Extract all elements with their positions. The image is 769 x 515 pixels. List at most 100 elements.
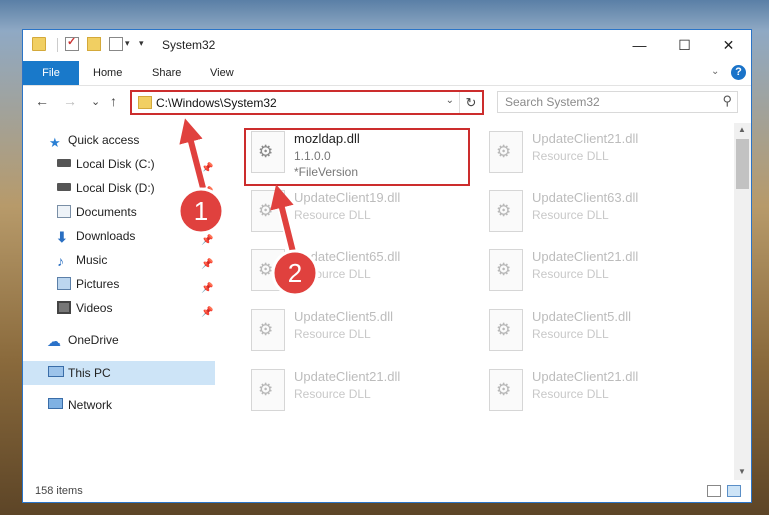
drive-icon — [57, 159, 71, 167]
file-highlight-box — [244, 128, 470, 186]
address-bar[interactable]: C:\Windows\System32 ⌄ ↻ — [130, 90, 484, 115]
file-description: Resource DLL — [532, 387, 609, 401]
network-icon — [48, 398, 63, 409]
videos-icon — [57, 301, 71, 314]
help-icon[interactable]: ? — [731, 65, 746, 80]
dll-file-icon — [489, 249, 523, 291]
quick-access-dropdown-icon[interactable]: ▾ — [125, 38, 130, 49]
file-item[interactable]: UpdateClient5.dll Resource DLL — [247, 305, 477, 363]
file-name: UpdateClient65.dll — [294, 249, 401, 264]
file-name: UpdateClient21.dll — [532, 369, 639, 384]
navigation-pane: ★ Quick access Local Disk (C:) 📌 Local D… — [23, 125, 215, 475]
sidebar-item-videos[interactable]: Videos 📌 — [23, 297, 215, 319]
back-button[interactable]: ← — [35, 93, 49, 109]
dll-file-icon — [251, 369, 285, 411]
scroll-thumb[interactable] — [736, 139, 749, 189]
sidebar-item-documents[interactable]: Documents 📌 — [23, 201, 215, 223]
drive-icon — [57, 183, 71, 191]
refresh-button[interactable]: ↻ — [459, 92, 482, 113]
expand-ribbon-icon[interactable]: ⌄ — [711, 66, 719, 77]
file-description: Resource DLL — [532, 267, 609, 281]
recent-locations-button[interactable]: ⌄ — [91, 95, 100, 108]
scroll-up-icon[interactable]: ▲ — [738, 125, 746, 134]
file-name: UpdateClient21.dll — [532, 249, 639, 264]
file-item[interactable]: UpdateClient65.dll Resource DLL — [247, 245, 477, 303]
sidebar-item-music[interactable]: ♪ Music 📌 — [23, 249, 215, 271]
sidebar-item-label: Videos — [76, 301, 113, 315]
dll-file-icon — [489, 369, 523, 411]
new-folder-icon[interactable] — [87, 37, 101, 51]
tab-view[interactable]: View — [210, 61, 234, 85]
file-item[interactable]: UpdateClient21.dll Resource DLL — [247, 365, 477, 423]
file-item[interactable]: UpdateClient63.dll Resource DLL — [485, 186, 715, 244]
chevron-down-icon[interactable]: ⌄ — [446, 95, 454, 106]
sidebar-item-quick-access[interactable]: ★ Quick access — [23, 129, 215, 151]
file-name: UpdateClient5.dll — [532, 309, 632, 324]
sidebar-item-label: Documents — [76, 205, 137, 219]
minimize-button[interactable]: — — [617, 30, 662, 61]
sidebar-item-local-disk-d[interactable]: Local Disk (D:) 📌 — [23, 177, 215, 199]
large-icons-view-icon[interactable] — [727, 485, 741, 497]
folder-icon[interactable] — [32, 37, 46, 51]
sidebar-item-label: Quick access — [68, 133, 140, 147]
forward-button[interactable]: → — [63, 93, 77, 109]
pin-icon[interactable]: 📌 — [201, 302, 213, 324]
sidebar-item-onedrive[interactable]: ☁ OneDrive — [23, 329, 215, 351]
file-item[interactable]: UpdateClient21.dll Resource DLL — [485, 365, 715, 423]
search-icon[interactable]: ⚲ — [722, 93, 732, 109]
file-item[interactable]: UpdateClient21.dll Resource DLL — [485, 127, 715, 185]
sidebar-item-label: Pictures — [76, 277, 120, 291]
folder-icon — [138, 96, 152, 109]
sidebar-item-network[interactable]: Network — [23, 394, 215, 416]
file-description: Resource DLL — [532, 208, 609, 222]
music-icon: ♪ — [57, 253, 64, 269]
sidebar-item-pictures[interactable]: Pictures 📌 — [23, 273, 215, 295]
item-count: 158 items — [35, 485, 83, 497]
file-name: UpdateClient63.dll — [532, 190, 639, 205]
file-name: UpdateClient21.dll — [532, 131, 639, 146]
window-title: System32 — [162, 38, 216, 52]
toolbar-separator — [57, 38, 58, 52]
file-description: Resource DLL — [294, 267, 371, 281]
sidebar-item-this-pc[interactable]: This PC — [23, 362, 215, 384]
file-name: UpdateClient5.dll — [294, 309, 394, 324]
tab-file[interactable]: File — [23, 61, 79, 85]
documents-icon — [57, 205, 71, 218]
title-bar: ▾ ▾ System32 — ☐ ✕ — [23, 30, 751, 61]
search-input[interactable]: Search System32 ⚲ — [497, 91, 738, 113]
pictures-icon — [57, 277, 71, 290]
sidebar-item-local-disk-c[interactable]: Local Disk (C:) 📌 — [23, 153, 215, 175]
tab-home[interactable]: Home — [93, 61, 122, 85]
view-icon[interactable] — [109, 37, 123, 51]
sidebar-item-label: Local Disk (C:) — [76, 157, 155, 171]
dll-file-icon — [489, 131, 523, 173]
dll-file-icon — [489, 309, 523, 351]
file-item[interactable]: UpdateClient19.dll Resource DLL — [247, 186, 477, 244]
sidebar-item-label: Network — [68, 398, 113, 412]
file-item[interactable]: UpdateClient21.dll Resource DLL — [485, 245, 715, 303]
address-path[interactable]: C:\Windows\System32 — [156, 96, 277, 110]
file-name: UpdateClient21.dll — [294, 369, 401, 384]
file-item[interactable]: UpdateClient5.dll Resource DLL — [485, 305, 715, 363]
close-button[interactable]: ✕ — [706, 30, 751, 61]
maximize-button[interactable]: ☐ — [662, 30, 707, 61]
up-button[interactable]: ↑ — [110, 93, 117, 109]
sidebar-item-label: Local Disk (D:) — [76, 181, 155, 195]
cloud-icon: ☁ — [47, 333, 61, 349]
details-view-icon[interactable] — [707, 485, 721, 497]
file-description: Resource DLL — [532, 327, 609, 341]
tab-share[interactable]: Share — [152, 61, 181, 85]
navigation-bar: ← → ⌄ ↑ C:\Windows\System32 ⌄ ↻ Search S… — [23, 86, 751, 120]
scroll-down-icon[interactable]: ▼ — [738, 467, 746, 476]
sidebar-item-downloads[interactable]: ⬇ Downloads 📌 — [23, 225, 215, 247]
file-description: Resource DLL — [294, 208, 371, 222]
properties-icon[interactable] — [65, 35, 79, 51]
file-explorer-window: ▾ ▾ System32 — ☐ ✕ File Home Share View … — [22, 29, 752, 503]
star-icon: ★ — [49, 135, 61, 150]
ribbon-tabs: File Home Share View ⌄ ? — [23, 61, 751, 86]
dll-file-icon — [489, 190, 523, 232]
customize-toolbar-icon[interactable]: ▾ — [139, 38, 144, 49]
vertical-scrollbar[interactable]: ▲ ▼ — [734, 123, 751, 480]
dll-file-icon — [251, 249, 285, 291]
dll-file-icon — [251, 309, 285, 351]
